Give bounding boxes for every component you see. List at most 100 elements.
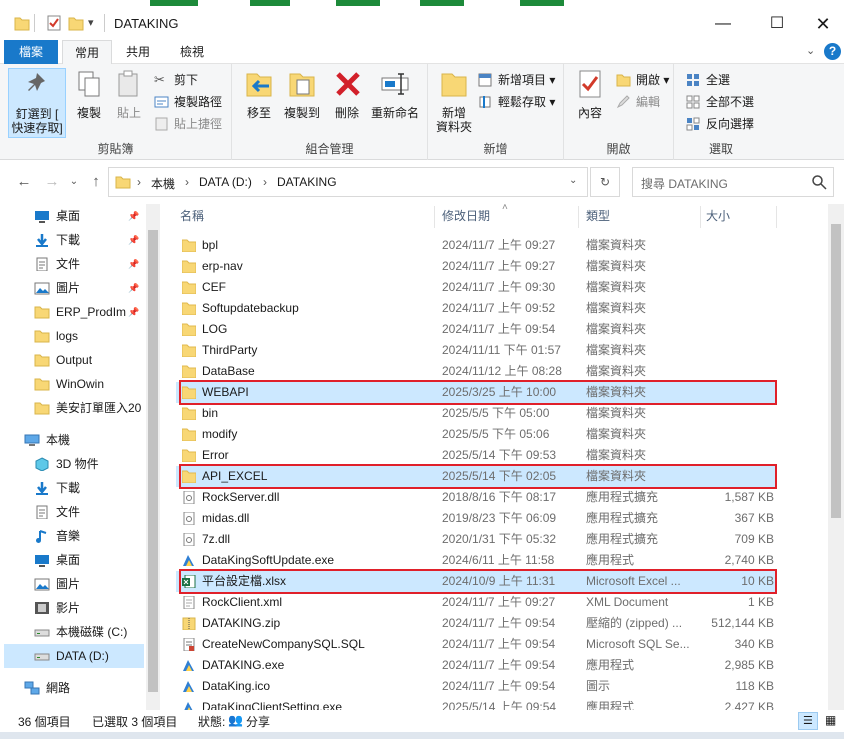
help-icon[interactable]: ? [824,43,841,60]
sidebar-item[interactable]: 美安訂單匯入20 [0,396,146,420]
close-button[interactable]: ✕ [800,8,844,40]
sidebar-item[interactable]: 本機 [0,428,146,452]
tab-home[interactable]: 常用 [62,40,113,64]
file-row[interactable]: bpl 2024/11/7 上午 09:27 檔案資料夾 [176,235,776,256]
breadcrumb-item[interactable]: DATAKING [277,175,337,189]
file-row[interactable]: DataKingClientSetting.exe 2025/5/14 上午 09… [176,697,776,710]
back-arrow-icon[interactable]: ← [14,172,34,192]
column-header-size[interactable]: 大小 [706,204,730,228]
move-to-button[interactable]: 移至 [242,68,276,120]
invert-selection-button[interactable]: 反向選擇 [686,114,754,134]
file-row[interactable]: CEF 2024/11/7 上午 09:30 檔案資料夾 [176,277,776,298]
file-row[interactable]: 7z.dll 2020/1/31 下午 05:32 應用程式擴充 709 KB [176,529,776,550]
details-view-button[interactable]: ☰ [798,712,818,730]
delete-button[interactable]: 刪除 [332,68,362,120]
sidebar-item[interactable]: 3D 物件 [0,452,146,476]
column-divider[interactable] [700,206,701,228]
large-icons-view-button[interactable]: ▦ [820,712,840,730]
recent-locations-icon[interactable]: ⌄ [64,172,84,192]
sidebar-item[interactable]: 網路 [0,676,146,700]
search-input[interactable]: 搜尋 DATAKING [632,167,834,197]
file-list-scrollbar[interactable] [828,204,844,710]
new-folder-icon[interactable] [68,14,84,32]
edit-button[interactable]: 編輯 [616,92,660,112]
paste-button[interactable]: 貼上 [112,68,146,120]
file-row[interactable]: Error 2025/5/14 下午 09:53 檔案資料夾 [176,445,776,466]
sidebar-item[interactable]: DATA (D:) [4,644,144,668]
collapse-ribbon-icon[interactable]: ⌄ [806,44,815,57]
paste-shortcut-button[interactable]: 貼上捷徑 [154,114,222,134]
tab-file[interactable]: 檔案 [4,40,58,64]
column-header-type[interactable]: 類型 [586,204,610,228]
up-arrow-icon[interactable]: ↑ [86,172,106,192]
new-item-button[interactable]: 新增項目 ▾ [478,70,555,90]
column-divider[interactable] [776,206,777,228]
minimize-button[interactable]: — [700,8,746,40]
open-button[interactable]: 開啟 ▾ [616,70,669,90]
sidebar-item[interactable]: 影片 [0,596,146,620]
maximize-button[interactable]: ☐ [754,8,800,40]
file-row[interactable]: DATAKING.zip 2024/11/7 上午 09:54 壓縮的 (zippe… [176,613,776,634]
breadcrumb-item[interactable]: 本機 [151,175,175,192]
sidebar-item[interactable]: 桌面 [0,548,146,572]
new-folder-button[interactable]: 新增 資料夾 [434,68,474,134]
sidebar-item[interactable]: 本機磁碟 (C:) [0,620,146,644]
file-row[interactable]: DataBase 2024/11/12 上午 08:28 檔案資料夾 [176,361,776,382]
rename-button[interactable]: 重新命名 [368,68,422,120]
column-divider[interactable] [434,206,435,228]
file-row[interactable]: erp-nav 2024/11/7 上午 09:27 檔案資料夾 [176,256,776,277]
tab-share[interactable]: 共用 [114,40,162,64]
breadcrumb-item[interactable]: DATA (D:) [199,175,252,189]
file-row[interactable]: LOG 2024/11/7 上午 09:54 檔案資料夾 [176,319,776,340]
sidebar-item[interactable]: 文件 [0,500,146,524]
file-row[interactable]: CreateNewCompanySQL.SQL 2024/11/7 上午 09:5… [176,634,776,655]
file-row[interactable]: DataKing.ico 2024/11/7 上午 09:54 圖示 118 KB [176,676,776,697]
file-row[interactable]: Softupdatebackup 2024/11/7 上午 09:52 檔案資料夾 [176,298,776,319]
properties-button[interactable]: 內容 [572,68,608,120]
column-header-date[interactable]: 修改日期 [442,204,490,228]
new-group: 新增 資料夾 新增項目 ▾ 輕鬆存取 ▾ 新增 [428,64,564,160]
paste-icon [118,70,138,97]
sidebar-item[interactable]: Output [0,348,146,372]
tab-view[interactable]: 檢視 [168,40,216,64]
file-row[interactable]: RockClient.xml 2024/11/7 上午 09:27 XML Docu… [176,592,776,613]
select-none-button[interactable]: 全部不選 [686,92,754,112]
address-dropdown-icon[interactable]: ⌄ [569,175,577,186]
pin-quick-access-button[interactable]: 釘選到 [ 快速存取] [8,68,66,138]
file-row[interactable]: bin 2025/5/5 下午 05:00 檔案資料夾 [176,403,776,424]
file-row[interactable]: ThirdParty 2024/11/11 下午 01:57 檔案資料夾 [176,340,776,361]
file-row[interactable]: RockServer.dll 2018/8/16 下午 08:17 應用程式擴充 1,… [176,487,776,508]
customize-quick-access-icon[interactable]: ▾ [88,16,94,34]
sidebar-item[interactable]: 桌面 📌 [0,204,146,228]
copy-path-button[interactable]: 複製路徑 [154,92,222,112]
file-row[interactable]: modify 2025/5/5 下午 05:06 檔案資料夾 [176,424,776,445]
sidebar-item[interactable]: 下載 📌 [0,228,146,252]
easy-access-button[interactable]: 輕鬆存取 ▾ [478,92,555,112]
sidebar-item[interactable]: 圖片 📌 [0,276,146,300]
file-row[interactable]: DataKingSoftUpdate.exe 2024/6/11 上午 11:58… [176,550,776,571]
sidebar-item[interactable]: 下載 [0,476,146,500]
sidebar-item[interactable]: 文件 📌 [0,252,146,276]
sidebar-item[interactable]: ERP_ProdIm 📌 [0,300,146,324]
cut-button[interactable]: ✂ 剪下 [154,70,198,90]
file-list-scrollbar-thumb[interactable] [831,224,841,518]
copy-to-button[interactable]: 複製到 [282,68,322,120]
refresh-button[interactable]: ↻ [590,167,620,197]
sidebar-item[interactable]: 圖片 [0,572,146,596]
properties-icon[interactable] [46,14,62,32]
column-header-name[interactable]: 名稱 [180,204,204,228]
file-date: 2024/11/7 上午 09:52 [442,301,556,315]
sidebar-item[interactable]: 音樂 [0,524,146,548]
address-bar[interactable]: › 本機 › DATA (D:) › DATAKING ⌄ [108,167,588,197]
file-row[interactable]: DATAKING.exe 2024/11/7 上午 09:54 應用程式 2,985 … [176,655,776,676]
sidebar-item[interactable]: WinOwin [0,372,146,396]
copy-button[interactable]: 複製 [72,68,106,120]
sidebar-item[interactable]: logs [0,324,146,348]
forward-arrow-icon[interactable]: → [42,172,62,192]
file-date: 2020/1/31 下午 05:32 [442,532,557,546]
file-row[interactable]: midas.dll 2019/8/23 下午 06:09 應用程式擴充 367 KB [176,508,776,529]
nav-scrollbar[interactable] [146,204,160,710]
nav-scrollbar-thumb[interactable] [148,230,158,692]
select-all-button[interactable]: 全選 [686,70,730,90]
column-divider[interactable] [578,206,579,228]
